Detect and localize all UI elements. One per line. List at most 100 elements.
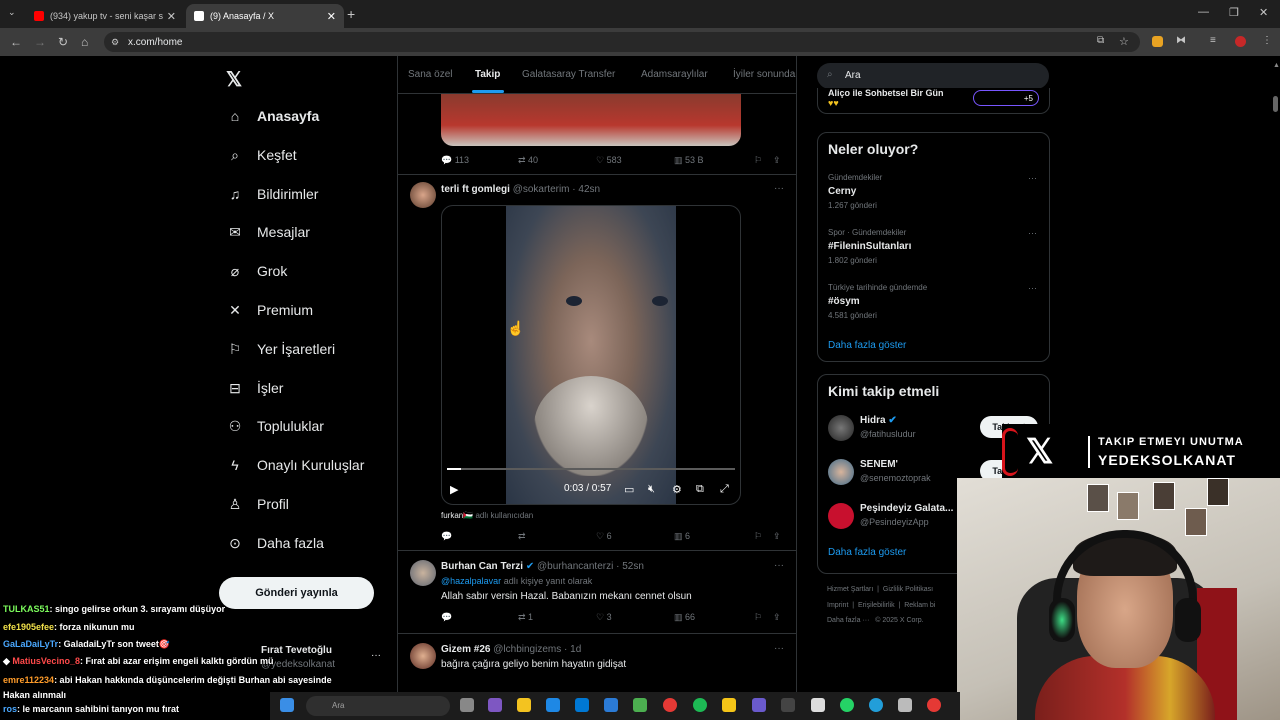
reading-list-icon[interactable]: ≡ [1210, 35, 1216, 46]
post-author-name[interactable]: terli ft gomlegi [441, 184, 510, 195]
nav-communities[interactable]: ⚇ Topluluklar [226, 414, 324, 438]
trend-more-icon[interactable]: ··· [1028, 228, 1037, 238]
app-icon[interactable] [898, 698, 912, 712]
store-icon[interactable] [575, 698, 589, 712]
taskbar-search[interactable]: Ara [306, 696, 450, 716]
url-text[interactable]: x.com/home [128, 37, 182, 48]
nav-profile[interactable]: ♙ Profil [226, 492, 289, 516]
install-icon[interactable]: ⧉ [1097, 35, 1104, 46]
nav-verified-orgs[interactable]: ϟ Onaylı Kuruluşlar [226, 453, 364, 477]
footer-link[interactable]: Erişilebilirlik [858, 602, 895, 609]
footer-link[interactable]: Imprint [827, 602, 848, 609]
maximize-button[interactable]: ❐ [1229, 6, 1239, 19]
tab-following[interactable]: Takip [475, 69, 500, 80]
nav-messages[interactable]: ✉ Mesajlar [226, 220, 310, 244]
back-button[interactable]: ← [10, 35, 22, 49]
edge-icon[interactable] [546, 698, 560, 712]
close-tab-icon[interactable]: ✕ [327, 10, 336, 23]
post-author-handle[interactable]: @burhancanterzi [537, 561, 613, 572]
who-show-more-link[interactable]: Daha fazla göster [828, 547, 906, 558]
share-button[interactable]: ⇪ [773, 612, 781, 623]
steam-icon[interactable] [781, 698, 795, 712]
chrome-icon[interactable] [927, 698, 941, 712]
post-time[interactable]: 52sn [622, 561, 644, 572]
views-button[interactable]: ▥ 53 B [674, 155, 704, 166]
like-button[interactable]: ♡ 6 [596, 531, 612, 542]
home-button[interactable]: ⌂ [81, 35, 88, 49]
post-more-icon[interactable]: ··· [774, 560, 784, 571]
avatar[interactable] [410, 560, 436, 586]
tab-iyiler-sonunda[interactable]: İyiler sonunda [733, 69, 795, 80]
telegram-icon[interactable] [869, 698, 883, 712]
avatar[interactable] [410, 643, 436, 669]
extensions-icon[interactable]: ⧓ [1176, 35, 1186, 46]
minimize-button[interactable]: — [1198, 6, 1209, 18]
footer-link[interactable]: Gizlilik Politikası [883, 586, 933, 593]
task-view-icon[interactable] [460, 698, 474, 712]
tab-search-icon[interactable]: ⌄ [8, 7, 16, 18]
profile-avatar[interactable] [1235, 36, 1246, 47]
start-icon[interactable] [280, 698, 294, 712]
app-icon[interactable] [722, 698, 736, 712]
reply-button[interactable]: 💬 [441, 531, 452, 542]
bookmark-star-icon[interactable]: ☆ [1119, 35, 1129, 48]
trend-more-icon[interactable]: ··· [1028, 173, 1037, 183]
app-icon[interactable] [633, 698, 647, 712]
bookmark-button[interactable]: ⚐ [754, 531, 762, 542]
share-button[interactable]: ⇪ [773, 531, 781, 542]
reply-button[interactable]: 💬 [441, 612, 452, 623]
post-more-icon[interactable]: ··· [774, 183, 784, 194]
footer-link[interactable]: Daha fazla ··· [827, 617, 869, 624]
scrollbar-thumb[interactable] [1273, 96, 1278, 112]
spotify-icon[interactable] [693, 698, 707, 712]
nav-jobs[interactable]: ⊟ İşler [226, 376, 283, 400]
video-player[interactable]: ▶ 0:03 / 0:57 ▭ 🔇︎ ⚙ ⧉ ⤢ [441, 205, 741, 505]
trend-item[interactable]: Türkiye tarihinde gündemde #ösym 4.581 g… [828, 281, 927, 323]
post-author-handle[interactable]: @lchbingizems [493, 644, 561, 655]
nav-premium[interactable]: ✕ Premium [226, 298, 313, 322]
nav-bookmarks[interactable]: ⚐ Yer İşaretleri [226, 337, 335, 361]
opera-icon[interactable] [663, 698, 677, 712]
trend-item[interactable]: Spor · Gündemdekiler #FileninSultanları … [828, 226, 911, 268]
post-more-icon[interactable]: ··· [774, 643, 784, 654]
search-input[interactable]: ⌕ Ara [817, 63, 1049, 89]
teams-icon[interactable] [752, 698, 766, 712]
new-tab-button[interactable]: + [347, 6, 355, 22]
x-logo-icon[interactable]: 𝕏 [226, 67, 242, 92]
repost-button[interactable]: ⇄ [518, 531, 526, 542]
capcut-icon[interactable] [811, 698, 825, 712]
trend-item[interactable]: Gündemdekiler Cerny 1.267 gönderi [828, 171, 882, 213]
close-tab-icon[interactable]: ✕ [167, 10, 176, 23]
repost-button[interactable]: ⇄ 40 [518, 155, 538, 166]
trend-more-icon[interactable]: ··· [1028, 283, 1037, 293]
bookmark-button[interactable]: ⚐ [754, 612, 762, 623]
post-time[interactable]: 42sn [578, 184, 600, 195]
nav-grok[interactable]: ⌀ Grok [226, 259, 288, 283]
reply-to-link[interactable]: @hazalpalavar [441, 576, 501, 586]
site-info-icon[interactable]: ⚙ [111, 37, 119, 48]
tab-adamsaraylilar[interactable]: Adamsaraylılar [641, 69, 708, 80]
close-window-button[interactable]: ✕ [1259, 6, 1268, 19]
like-button[interactable]: ♡ 3 [596, 612, 612, 623]
reload-button[interactable]: ↻ [58, 35, 68, 49]
like-button[interactable]: ♡ 583 [596, 155, 622, 166]
footer-link[interactable]: Reklam bi [904, 602, 935, 609]
post-author-name[interactable]: Gizem #26 [441, 644, 490, 655]
tab-for-you[interactable]: Sana özel [408, 69, 452, 80]
copilot-icon[interactable] [488, 698, 502, 712]
file-explorer-icon[interactable] [517, 698, 531, 712]
nav-home[interactable]: ⌂ Anasayfa [226, 104, 320, 128]
pip-icon[interactable]: ⧉ [696, 483, 704, 496]
post-author-handle[interactable]: @sokarterim [513, 184, 570, 195]
settings-icon[interactable]: ⚙ [672, 483, 682, 496]
scrollbar[interactable]: ▲ [1273, 62, 1280, 69]
space-card[interactable]: Aliço ile Sohbetsel Bir Gün ♥♥ +5 [817, 88, 1050, 114]
browser-tab-x[interactable]: (9) Anasayfa / X ✕ [186, 4, 344, 28]
extension-shield-icon[interactable] [1152, 36, 1163, 47]
tab-galatasaray-transfer[interactable]: Galatasaray Transfer [522, 69, 615, 80]
views-button[interactable]: ▥ 6 [674, 531, 690, 542]
bookmark-button[interactable]: ⚐ [754, 155, 762, 166]
video-progress-bar[interactable] [447, 468, 735, 470]
omnibox[interactable] [104, 32, 1140, 52]
whatsapp-icon[interactable] [840, 698, 854, 712]
